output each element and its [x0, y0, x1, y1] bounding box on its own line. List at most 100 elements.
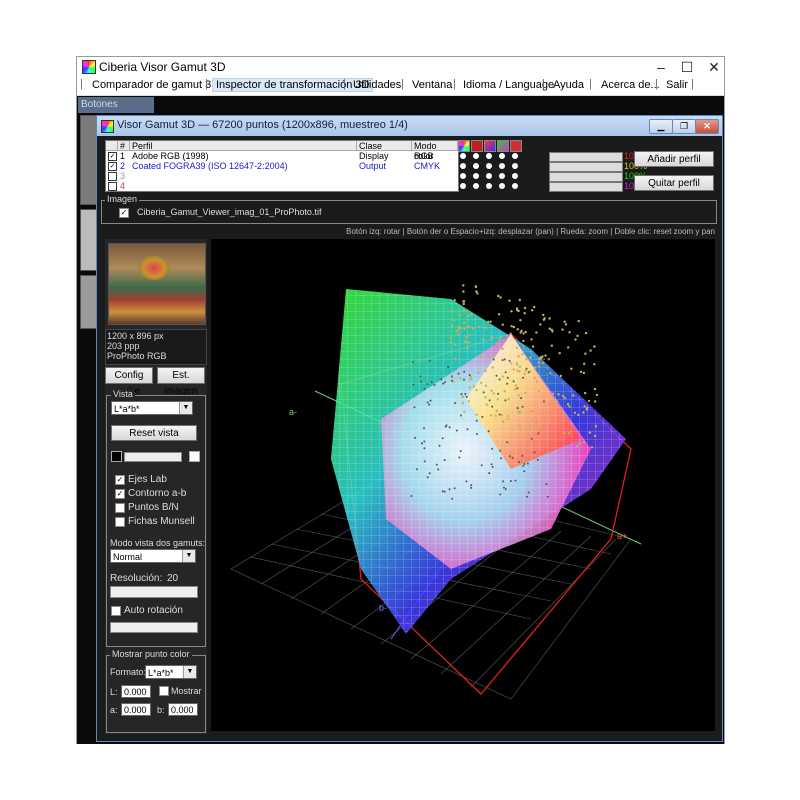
- opacity-slider[interactable]: [549, 152, 623, 162]
- profile-row[interactable]: ✓ 1 Adobe RGB (1998) Display RGB: [106, 151, 458, 161]
- profile-checkbox[interactable]: [108, 182, 117, 191]
- menu-salir[interactable]: Salir: [663, 79, 691, 91]
- config-cloud-button[interactable]: Config nube: [105, 367, 153, 397]
- profile-name: Adobe RGB (1998): [132, 151, 209, 161]
- app-icon: [82, 60, 96, 74]
- viewer-minimize-button[interactable]: ▁: [649, 119, 673, 134]
- b-field[interactable]: 0.000: [168, 703, 198, 716]
- view-option-checkbox[interactable]: ✓: [115, 489, 125, 499]
- background-slider[interactable]: [124, 452, 182, 462]
- left-panel: 1200 x 896 px 203 ppp ProPhoto RGB Confi…: [105, 239, 207, 734]
- gamut-3d-view[interactable]: a- a+ b-: [211, 239, 715, 731]
- opacity-slider[interactable]: [549, 162, 623, 172]
- auto-rotation-checkbox[interactable]: [111, 606, 121, 616]
- image-checkbox[interactable]: ✓: [119, 208, 129, 218]
- resolution-label: Resolución:: [110, 573, 163, 584]
- profile-name: Coated FOGRA39 (ISO 12647-2:2004): [132, 161, 288, 171]
- render-mode-radio[interactable]: [460, 183, 466, 189]
- view-option-checkbox[interactable]: [115, 517, 125, 527]
- view-option-checkbox[interactable]: [115, 503, 125, 513]
- rotation-speed-slider[interactable]: [110, 622, 198, 633]
- gamut-mode-label: Modo vista dos gamuts:: [110, 538, 206, 548]
- show-point-checkbox[interactable]: [159, 686, 169, 696]
- profile-checkbox[interactable]: ✓: [108, 162, 117, 171]
- profile-num: 3: [120, 171, 126, 181]
- format-value: L*a*b*: [148, 668, 174, 678]
- image-colorspace: ProPhoto RGB: [107, 351, 167, 361]
- opacity-slider[interactable]: [549, 172, 623, 182]
- menu-ventana[interactable]: Ventana: [409, 79, 455, 91]
- color-icon-full[interactable]: [458, 140, 470, 152]
- render-mode-radio[interactable]: [486, 153, 492, 159]
- a-field[interactable]: 0.000: [121, 703, 151, 716]
- l-field[interactable]: 0.000: [121, 685, 151, 698]
- profile-row[interactable]: ✓ 2 Coated FOGRA39 (ISO 12647-2:2004) Outpu…: [106, 161, 458, 171]
- color-icon-solid[interactable]: [510, 140, 522, 152]
- app-title: Ciberia Visor Gamut 3D: [99, 60, 226, 74]
- render-mode-radio[interactable]: [486, 173, 492, 179]
- profile-num: 2: [120, 161, 126, 171]
- a-plus-label: a+: [617, 531, 627, 541]
- image-stats-button[interactable]: Est. imagen: [157, 367, 205, 397]
- render-mode-radio[interactable]: [460, 163, 466, 169]
- chevron-down-icon: ▼: [182, 550, 195, 562]
- white-swatch[interactable]: [189, 451, 200, 462]
- color-icon-grid[interactable]: [497, 140, 509, 152]
- gamut-mode-select[interactable]: Normal ▼: [110, 549, 196, 563]
- image-thumbnail[interactable]: [108, 243, 206, 325]
- profile-num: 4: [120, 181, 126, 191]
- opacity-slider[interactable]: [549, 182, 623, 192]
- render-mode-radio[interactable]: [499, 163, 505, 169]
- profile-table: # Perfil Clase Modo color ✓ 1 Adobe RGB (1…: [105, 140, 459, 192]
- menu-ayuda[interactable]: Ayuda: [550, 79, 587, 91]
- render-mode-radio[interactable]: [499, 153, 505, 159]
- format-label: Formato:: [110, 667, 147, 677]
- render-mode-radio[interactable]: [486, 183, 492, 189]
- format-select[interactable]: L*a*b* ▼: [145, 665, 197, 679]
- render-mode-radio[interactable]: [499, 183, 505, 189]
- resolution-slider[interactable]: [110, 586, 198, 598]
- menu-acerca[interactable]: Acerca de...: [598, 79, 663, 91]
- vista-group-label: Vista: [111, 389, 135, 399]
- render-mode-radio[interactable]: [512, 173, 518, 179]
- resolution-value: 20: [167, 573, 179, 584]
- view-mode-select[interactable]: L*a*b* ▼: [111, 401, 193, 415]
- black-swatch[interactable]: [111, 451, 122, 462]
- imagen-group-label: Imagen: [105, 194, 140, 204]
- render-mode-radio[interactable]: [473, 153, 479, 159]
- l-label: L:: [110, 687, 118, 697]
- menu-utilidades[interactable]: Utilidades: [350, 79, 404, 91]
- render-mode-radio[interactable]: [512, 183, 518, 189]
- maximize-button[interactable]: ☐: [670, 57, 704, 77]
- profile-modo: CMYK: [414, 161, 441, 171]
- profile-row[interactable]: 4: [106, 181, 458, 191]
- render-mode-radio[interactable]: [460, 173, 466, 179]
- view-option-checkbox[interactable]: ✓: [115, 475, 125, 485]
- viewer-close-button[interactable]: ✕: [695, 119, 719, 134]
- reset-view-button[interactable]: Reset vista: [111, 425, 197, 441]
- color-icon-red[interactable]: [471, 140, 483, 152]
- profile-checkbox[interactable]: ✓: [108, 152, 117, 161]
- render-mode-radio[interactable]: [512, 163, 518, 169]
- view-option-label: Contorno a-b: [128, 488, 187, 499]
- render-mode-radio[interactable]: [486, 163, 492, 169]
- add-profile-button[interactable]: Añadir perfil: [634, 151, 714, 167]
- close-button[interactable]: ✕: [704, 57, 724, 77]
- table-header-check: [106, 141, 118, 151]
- render-mode-radio[interactable]: [499, 173, 505, 179]
- profile-row[interactable]: 3: [106, 171, 458, 181]
- render-mode-radio[interactable]: [473, 183, 479, 189]
- color-icon-mix[interactable]: [484, 140, 496, 152]
- image-info-box: 1200 x 896 px 203 ppp ProPhoto RGB: [105, 329, 207, 365]
- viewer-restore-button[interactable]: ❐: [672, 119, 696, 134]
- render-mode-radio[interactable]: [512, 153, 518, 159]
- remove-profile-button[interactable]: Quitar perfil: [634, 175, 714, 191]
- render-mode-radio[interactable]: [473, 163, 479, 169]
- direct-buttons-tab[interactable]: Botones directos: [78, 97, 154, 126]
- gamut-3d-svg[interactable]: a- a+ b-: [211, 239, 715, 731]
- render-mode-radio[interactable]: [473, 173, 479, 179]
- menu-comparador[interactable]: Comparador de gamut 3D: [89, 79, 222, 91]
- render-mode-radio[interactable]: [460, 153, 466, 159]
- viewer-icon: [101, 120, 114, 133]
- profile-checkbox[interactable]: [108, 172, 117, 181]
